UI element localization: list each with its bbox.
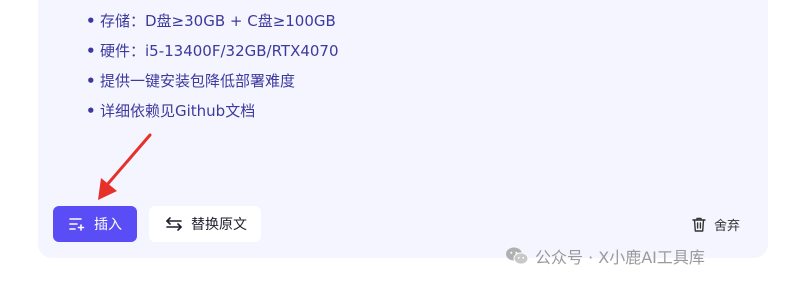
list-item: • 存储：D盘≥30GB + C盘≥100GB <box>86 9 339 39</box>
list-item-text: 存储：D盘≥30GB + C盘≥100GB <box>100 12 336 30</box>
bullet-dot: • <box>86 12 96 30</box>
bullet-dot: • <box>86 42 96 60</box>
watermark: 公众号 · X小鹿AI工具库 <box>505 245 705 267</box>
trash-icon <box>692 217 706 232</box>
list-item-text: 提供一键安装包降低部署难度 <box>100 72 296 90</box>
bullet-dot: • <box>86 102 96 120</box>
replace-original-button-label: 替换原文 <box>191 217 247 233</box>
discard-button[interactable]: 舍弃 <box>690 206 750 242</box>
list-item: • 硬件：i5-13400F/32GB/RTX4070 <box>86 39 339 69</box>
replace-original-button[interactable]: 替换原文 <box>149 206 261 242</box>
discard-button-label: 舍弃 <box>714 218 741 234</box>
list-item-text: 硬件：i5-13400F/32GB/RTX4070 <box>100 42 339 60</box>
wechat-icon <box>505 246 529 266</box>
list-add-icon <box>69 217 85 231</box>
bullet-dot: • <box>86 72 96 90</box>
list-item: • 详细依赖见Github文档 <box>86 99 339 129</box>
watermark-text: 公众号 · X小鹿AI工具库 <box>535 248 705 267</box>
list-item: • 提供一键安装包降低部署难度 <box>86 69 339 99</box>
insert-button[interactable]: 插入 <box>53 206 137 242</box>
requirements-list: • 存储：D盘≥30GB + C盘≥100GB • 硬件：i5-13400F/32G… <box>86 9 339 129</box>
insert-button-label: 插入 <box>94 217 122 233</box>
swap-arrows-icon <box>166 217 182 231</box>
list-item-text: 详细依赖见Github文档 <box>100 102 256 120</box>
